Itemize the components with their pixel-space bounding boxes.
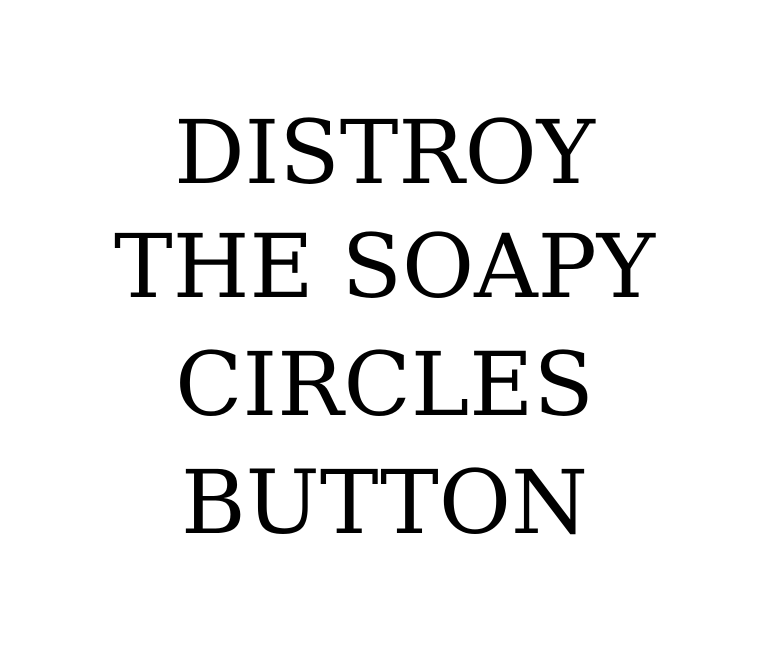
message-line-4: BUTTON bbox=[181, 451, 588, 554]
message-canvas: DISTROY THE SOAPY CIRCLES BUTTON bbox=[0, 0, 769, 648]
message-line-2: THE SOAPY bbox=[114, 215, 655, 318]
message-line-3: CIRCLES bbox=[175, 333, 594, 436]
message-line-1: DISTROY bbox=[174, 101, 595, 204]
